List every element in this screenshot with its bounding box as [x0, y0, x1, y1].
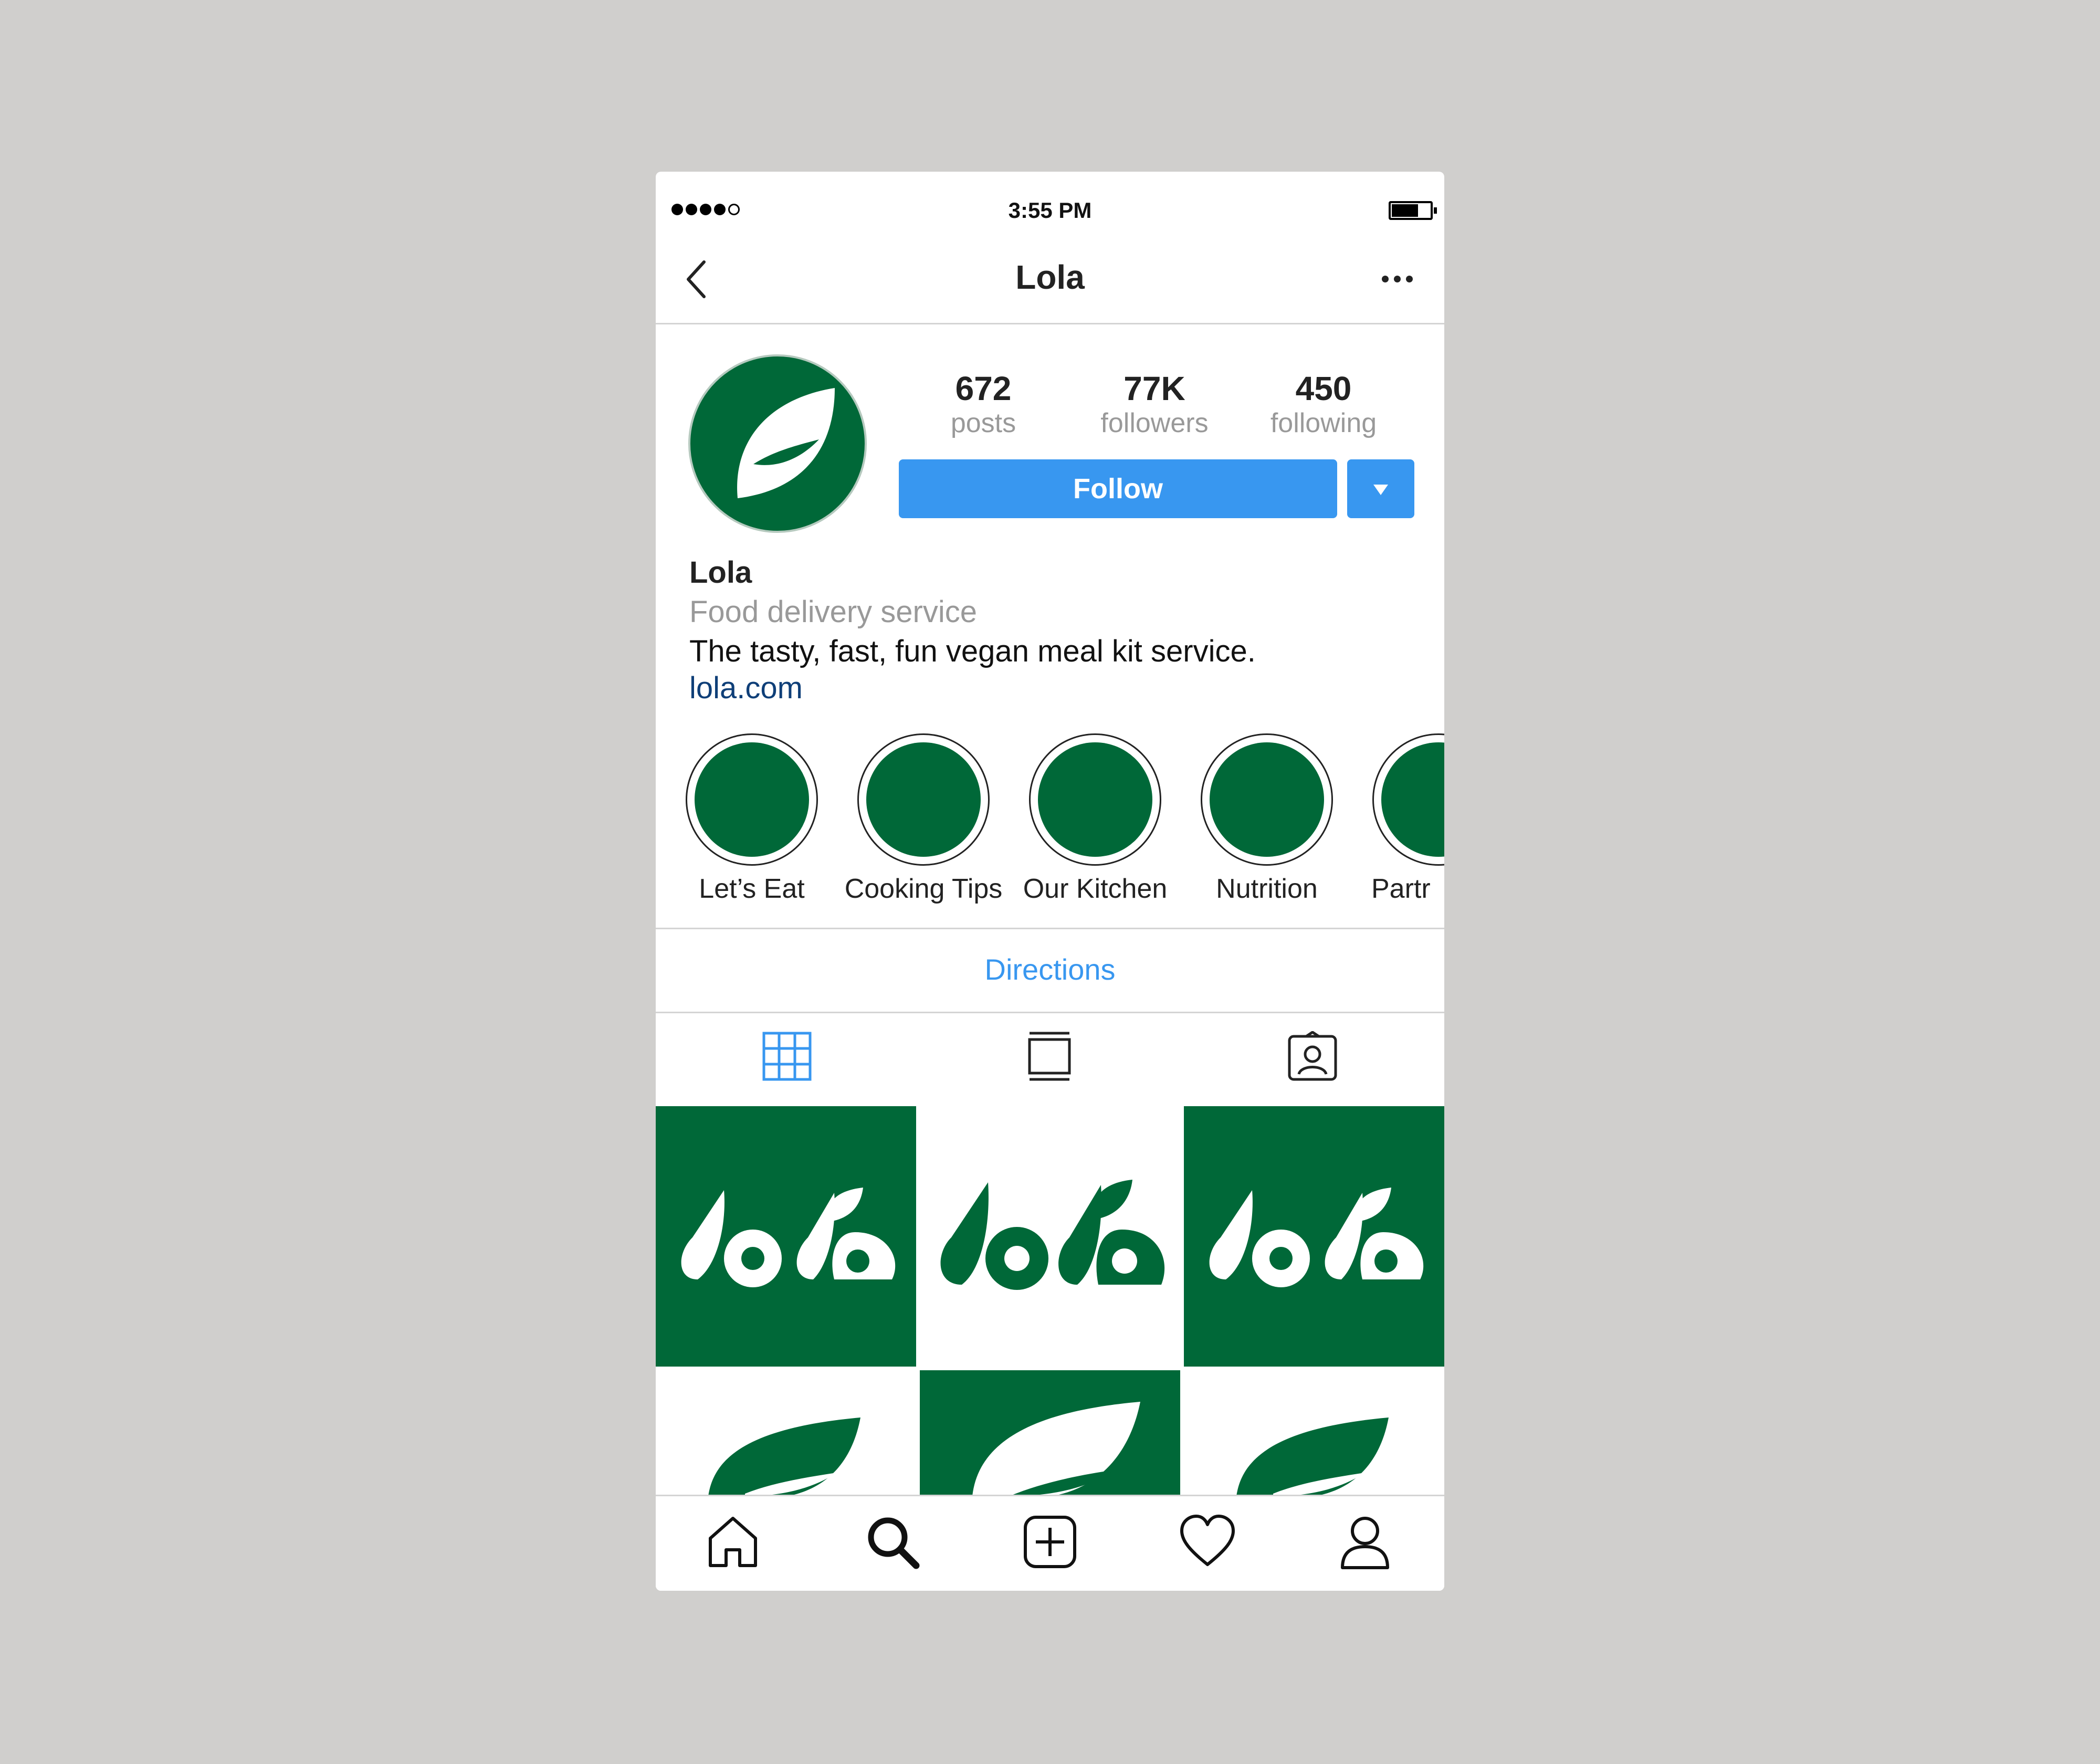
highlight-lets-eat[interactable]: Let’s Eat — [666, 733, 838, 905]
status-time: 3:55 PM — [1008, 198, 1092, 223]
suggestions-dropdown-button[interactable] — [1347, 459, 1414, 518]
avatar[interactable] — [688, 354, 867, 533]
header-divider — [656, 323, 1444, 324]
directions-bottom-divider — [656, 1012, 1444, 1013]
leaf-logo-icon — [737, 388, 835, 498]
highlight-our-kitchen[interactable]: Our Kitchen — [1009, 733, 1181, 905]
highlight-label: Our Kitchen — [1023, 874, 1168, 904]
lola-wordmark-icon — [1209, 1188, 1424, 1287]
highlight-label: Partr — [1371, 874, 1431, 904]
highlight-ring — [857, 733, 990, 866]
highlight-label: Let’s Eat — [699, 874, 805, 904]
home-icon[interactable] — [704, 1513, 762, 1571]
highlight-ring — [686, 733, 818, 866]
highlight-nutrition[interactable]: Nutrition — [1181, 733, 1353, 905]
feed-icon[interactable] — [1024, 1031, 1075, 1082]
leaf-icon — [1236, 1418, 1389, 1496]
highlight-label: Nutrition — [1216, 874, 1318, 904]
stat-following[interactable]: 450 following — [1245, 370, 1402, 440]
profile-link[interactable]: lola.com — [689, 670, 803, 706]
highlight-label: Cooking Tips — [844, 874, 1003, 904]
stat-posts[interactable]: 672 posts — [905, 370, 1062, 440]
profile-name: Lola — [689, 555, 752, 590]
profile-icon[interactable] — [1336, 1513, 1394, 1571]
post-tile[interactable] — [656, 1106, 916, 1367]
stat-value: 450 — [1295, 370, 1352, 407]
directions-button[interactable]: Directions — [656, 952, 1444, 986]
more-horizontal-icon[interactable] — [1382, 276, 1413, 282]
follow-button[interactable]: Follow — [899, 459, 1337, 518]
profile-category: Food delivery service — [689, 595, 977, 629]
lola-wordmark-icon — [681, 1188, 896, 1287]
battery-icon — [1389, 201, 1437, 220]
directions-top-divider — [656, 928, 1444, 929]
add-post-icon[interactable] — [1021, 1513, 1079, 1571]
tagged-icon[interactable] — [1287, 1031, 1338, 1082]
stat-label: followers — [1100, 408, 1209, 439]
leaf-icon — [708, 1418, 860, 1496]
stat-label: following — [1270, 408, 1377, 439]
highlight-cooking-tips[interactable]: Cooking Tips — [837, 733, 1010, 905]
grid-icon[interactable] — [762, 1031, 812, 1082]
leaf-icon — [972, 1402, 1140, 1496]
profile-bio: The tasty, fast, fun vegan meal kit serv… — [689, 634, 1256, 668]
highlight-ring — [1029, 733, 1161, 866]
post-tile[interactable] — [1184, 1106, 1444, 1367]
highlight-partners[interactable]: Partr — [1352, 733, 1444, 905]
stat-followers[interactable]: 77K followers — [1076, 370, 1233, 440]
lola-wordmark-icon — [940, 1180, 1165, 1290]
page-title: Lola — [1015, 258, 1085, 296]
search-icon[interactable] — [864, 1513, 921, 1571]
heart-icon[interactable] — [1179, 1513, 1236, 1571]
phone-screen: 3:55 PM Lola 672 posts 77K followers 450… — [656, 172, 1444, 1591]
stat-value: 77K — [1124, 370, 1185, 407]
post-tile[interactable] — [920, 1106, 1180, 1367]
stat-value: 672 — [955, 370, 1012, 407]
highlight-ring — [1372, 733, 1444, 866]
stat-label: posts — [950, 408, 1016, 439]
highlight-ring — [1201, 733, 1333, 866]
